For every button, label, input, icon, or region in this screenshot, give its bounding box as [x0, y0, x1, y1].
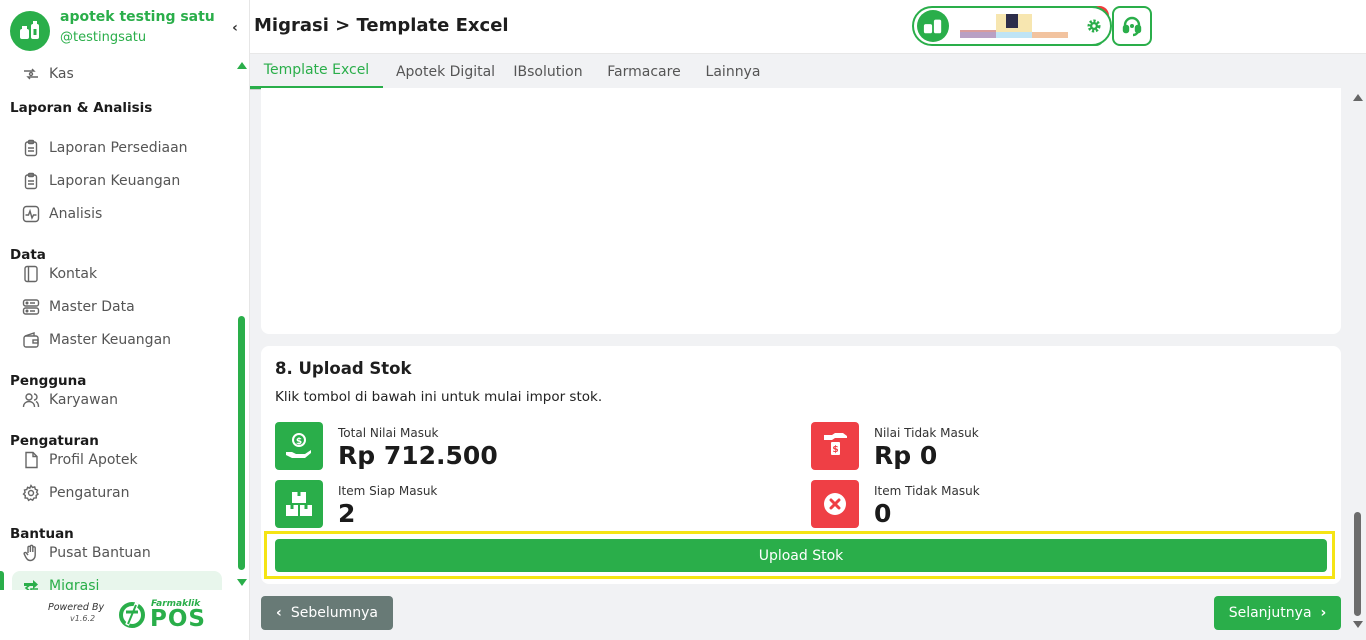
clipboard-icon [22, 172, 40, 190]
sidebar: apotek testing satu @testingsatu ‹ Kas La… [0, 0, 250, 640]
sidebar-item-label: Master Data [49, 299, 135, 315]
version-label: v1.6.2 [70, 614, 96, 623]
sidebar-item-label: Master Keuangan [49, 332, 172, 348]
sidebar-section-heading: Laporan & Analisis [10, 100, 153, 116]
sidebar-item-kas[interactable]: Kas [12, 60, 222, 89]
sidebar-item-laporan-keuangan[interactable]: Laporan Keuangan [12, 166, 222, 196]
scroll-down-icon[interactable] [237, 579, 247, 586]
farmaklik-logo-icon [119, 602, 145, 628]
chevron-left-icon[interactable]: ‹ [228, 18, 242, 38]
previous-button-label: Sebelumnya [290, 605, 378, 621]
sidebar-item-label: Karyawan [49, 392, 119, 408]
users-icon [22, 391, 40, 409]
next-button-label: Selanjutnya [1228, 605, 1312, 621]
sidebar-item-label: Kas [49, 66, 74, 82]
next-button[interactable]: Selanjutnya › [1214, 596, 1341, 630]
redacted-user-info [960, 14, 1068, 38]
total-nilai-masuk-label: Total Nilai Masuk [338, 426, 439, 440]
tab-farmacare[interactable]: Farmacare [588, 54, 700, 89]
tab-lainnya[interactable]: Lainnya [700, 54, 766, 89]
scroll-thumb[interactable] [238, 316, 245, 570]
pulse-icon [22, 205, 40, 223]
sidebar-item-master-data[interactable]: Master Data [12, 292, 222, 322]
svg-text:$: $ [832, 445, 838, 455]
sidebar-item-label: Laporan Keuangan [49, 173, 181, 189]
gear-icon[interactable] [1086, 18, 1102, 34]
total-nilai-masuk-value: Rp 712.500 [338, 441, 498, 470]
powered-by-label: Powered By [48, 602, 105, 613]
item-tidak-masuk-label: Item Tidak Masuk [874, 484, 980, 498]
svg-text:$: $ [296, 437, 302, 447]
x-circle-icon [811, 480, 859, 528]
sidebar-item-label: Kontak [49, 266, 98, 282]
sidebar-menu: Kas Laporan & Analisis Laporan Persediaan L… [0, 60, 234, 590]
sidebar-item-pengaturan[interactable]: Pengaturan [12, 478, 222, 508]
support-button[interactable] [1112, 6, 1152, 46]
avatar [917, 10, 949, 42]
tab-template-excel[interactable]: Template Excel [250, 54, 383, 89]
item-siap-masuk-value: 2 [338, 499, 356, 528]
page-title: Migrasi > Template Excel [254, 15, 509, 36]
cash-flow-icon [22, 65, 40, 83]
hand-icon [22, 544, 40, 562]
sidebar-scrollbar[interactable] [236, 60, 248, 588]
sidebar-item-label: Pengaturan [49, 485, 130, 501]
clipboard-icon [22, 139, 40, 157]
store-handle: @testingsatu [60, 30, 147, 45]
section-description: Klik tombol di bawah ini untuk mulai imp… [275, 389, 603, 405]
nilai-tidak-masuk-label: Nilai Tidak Masuk [874, 426, 979, 440]
nilai-tidak-masuk-value: Rp 0 [874, 441, 938, 470]
section-title: 8. Upload Stok [275, 359, 412, 378]
sidebar-item-master-keuangan[interactable]: Master Keuangan [12, 325, 222, 355]
wallet-icon [22, 331, 40, 349]
sidebar-item-kontak[interactable]: Kontak [12, 259, 222, 289]
main-scrollbar[interactable] [1352, 90, 1364, 630]
money-hand-icon: $ [811, 422, 859, 470]
contact-book-icon [22, 265, 40, 283]
brand: apotek testing satu @testingsatu ‹ [0, 0, 250, 58]
money-hand-icon: $ [275, 422, 323, 470]
product-name: POS [150, 606, 206, 632]
item-tidak-masuk-value: 0 [874, 499, 892, 528]
sidebar-item-label: Analisis [49, 206, 103, 222]
sidebar-item-laporan-persediaan[interactable]: Laporan Persediaan [12, 133, 222, 163]
sidebar-item-label: Profil Apotek [49, 452, 138, 468]
scroll-up-icon[interactable] [1353, 94, 1363, 101]
scroll-up-icon[interactable] [237, 62, 247, 69]
sidebar-item-label: Migrasi [49, 578, 100, 590]
sidebar-item-migrasi[interactable]: Migrasi [12, 571, 222, 590]
chevron-left-icon: ‹ [276, 605, 282, 621]
store-name: apotek testing satu [60, 9, 215, 25]
previous-button[interactable]: ‹ Sebelumnya [261, 596, 393, 630]
tab-apotek-digital[interactable]: Apotek Digital [383, 54, 508, 89]
item-siap-masuk-label: Item Siap Masuk [338, 484, 438, 498]
active-indicator [0, 571, 4, 590]
chevron-right-icon: › [1320, 605, 1327, 621]
file-icon [22, 451, 40, 469]
migrate-icon [22, 577, 40, 590]
gear-icon [22, 484, 40, 502]
upload-stock-button[interactable]: Upload Stok [275, 539, 1327, 572]
headset-icon [1122, 16, 1142, 37]
pharmacy-logo-icon [10, 11, 50, 51]
scroll-thumb[interactable] [1354, 512, 1361, 616]
sidebar-item-analisis[interactable]: Analisis [12, 199, 222, 229]
tab-ibsolution[interactable]: IBsolution [508, 54, 588, 89]
sidebar-item-karyawan[interactable]: Karyawan [12, 385, 222, 415]
sidebar-item-profil-apotek[interactable]: Profil Apotek [12, 445, 222, 475]
sidebar-item-label: Laporan Persediaan [49, 140, 188, 156]
database-icon [22, 298, 40, 316]
header: Migrasi > Template Excel [250, 0, 1366, 54]
profile-menu[interactable] [912, 6, 1112, 46]
sidebar-item-label: Pusat Bantuan [49, 545, 151, 561]
previous-step-card [261, 88, 1341, 334]
scroll-down-icon[interactable] [1353, 621, 1363, 628]
sidebar-item-pusat-bantuan[interactable]: Pusat Bantuan [12, 538, 222, 568]
boxes-icon [275, 480, 323, 528]
